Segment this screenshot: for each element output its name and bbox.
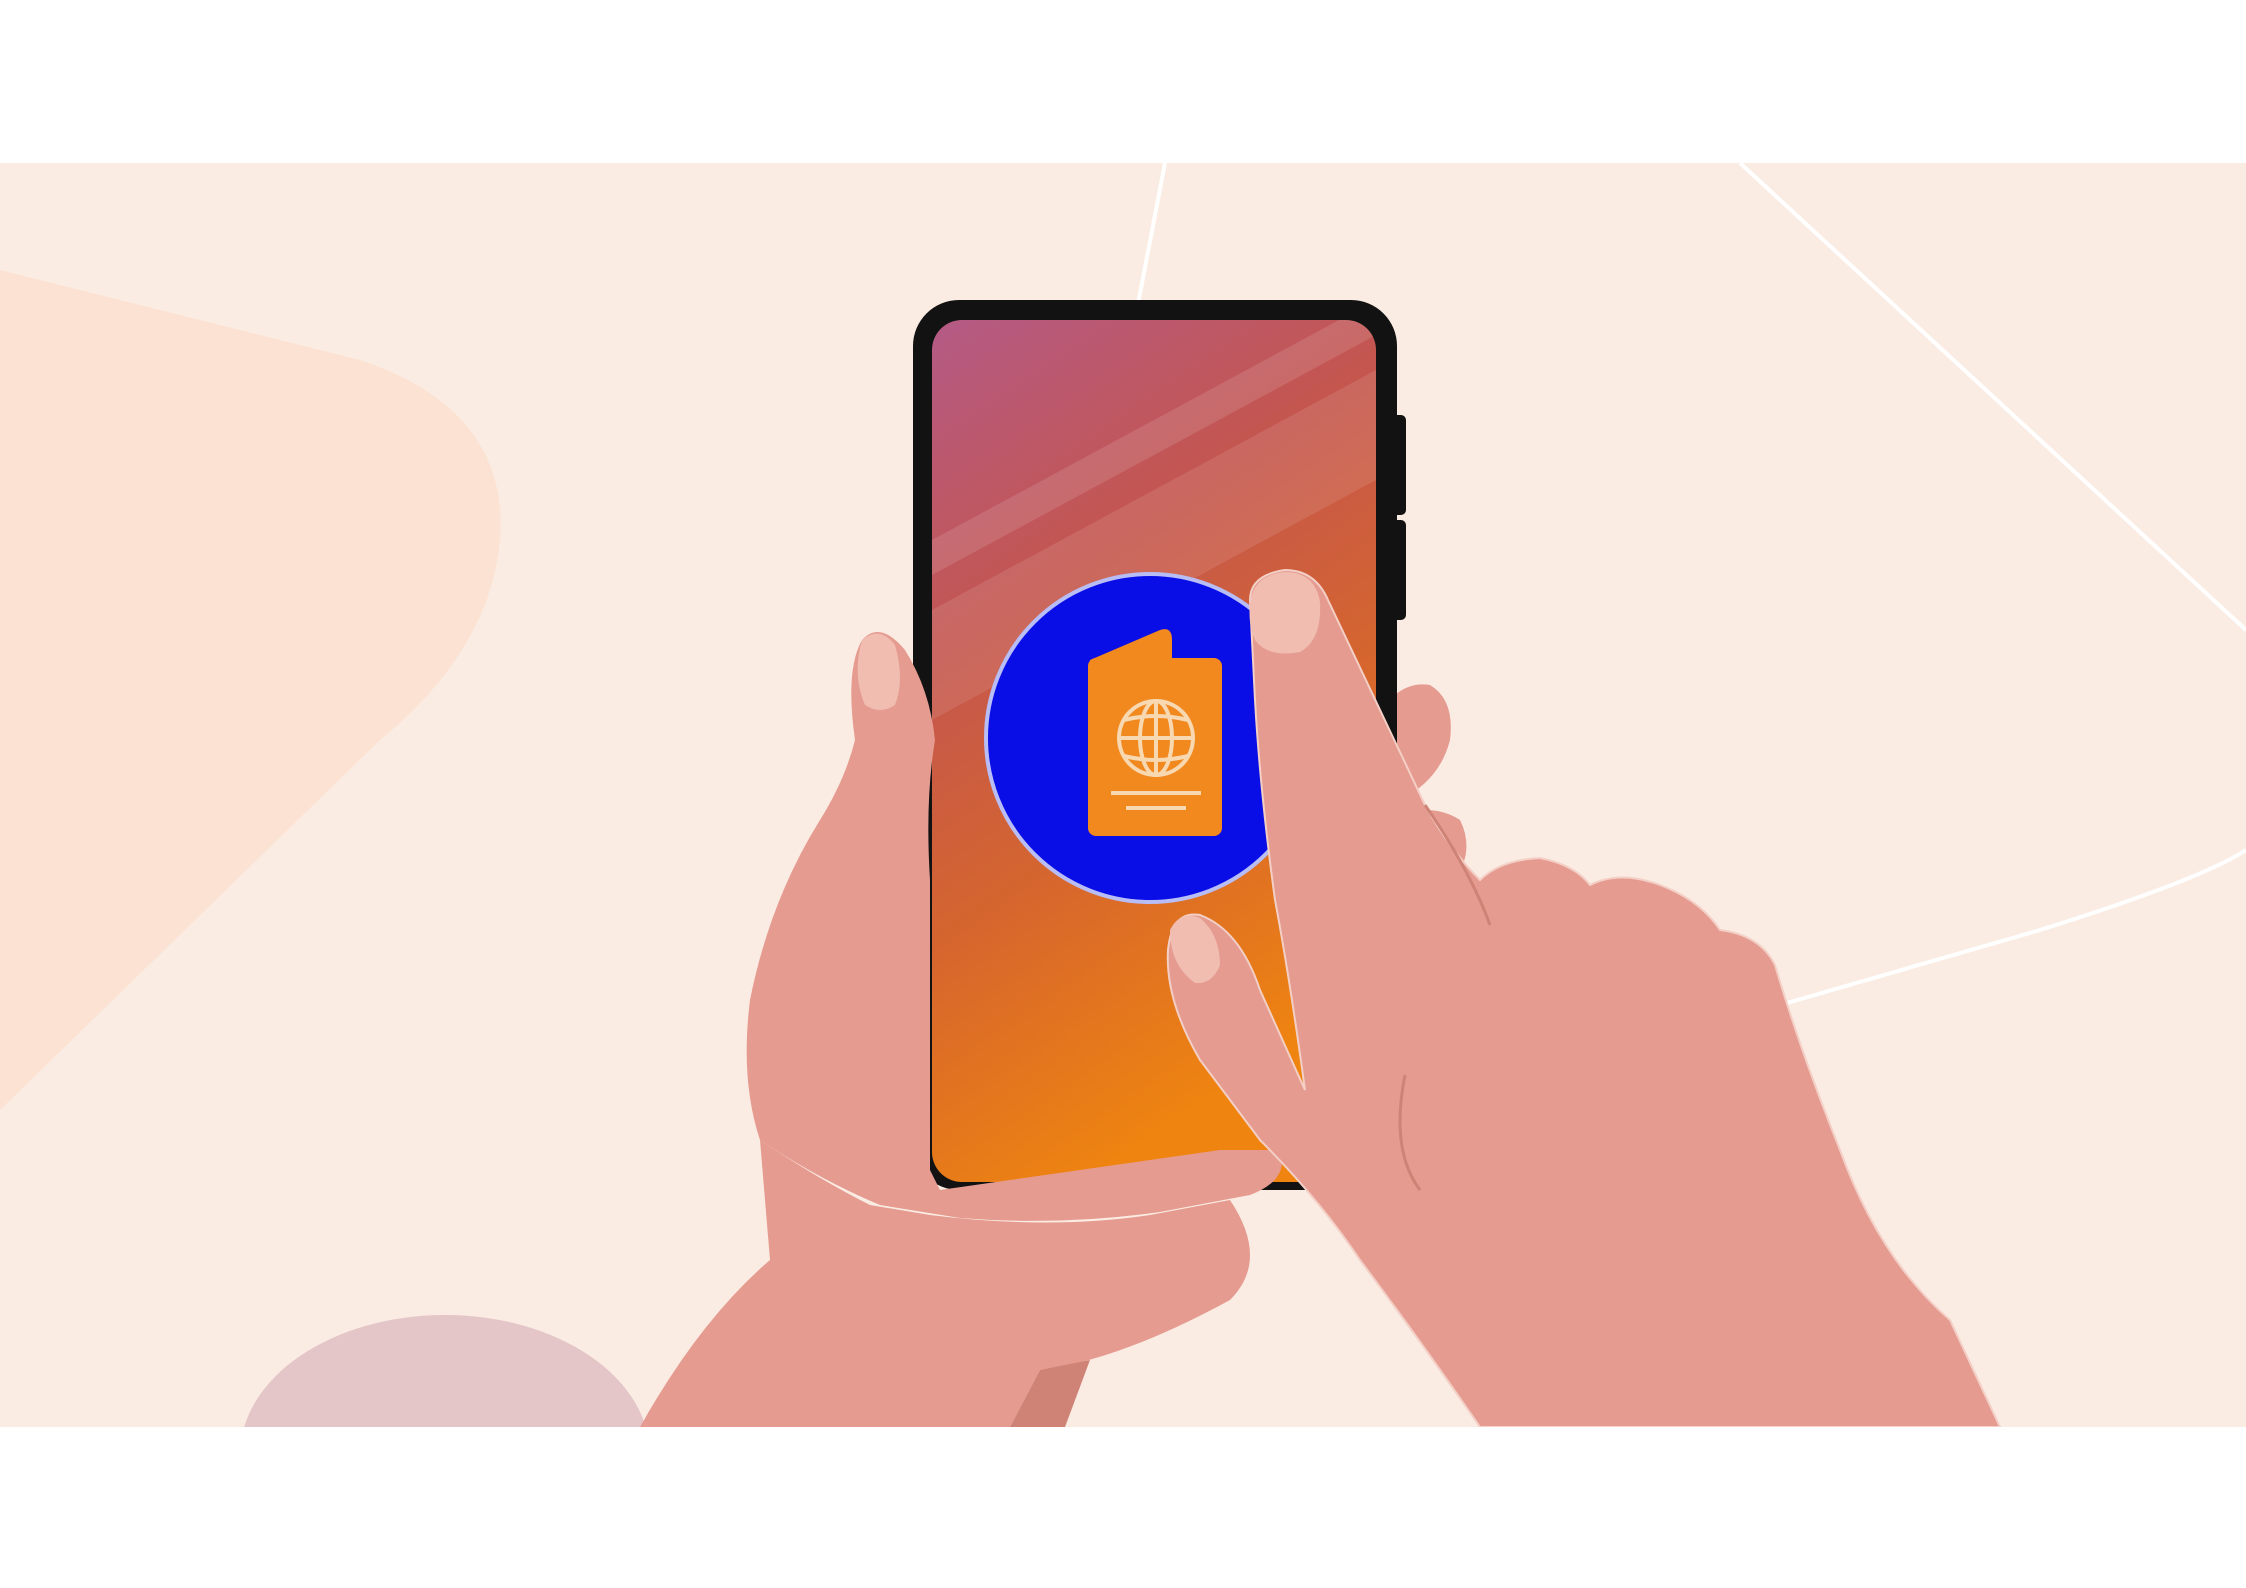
- globe-icon: [1117, 699, 1195, 777]
- illustration: [0, 0, 2246, 1588]
- index-fingernail: [1249, 572, 1321, 654]
- scene-band: [0, 163, 2246, 1427]
- left-thumb-nail: [857, 633, 900, 710]
